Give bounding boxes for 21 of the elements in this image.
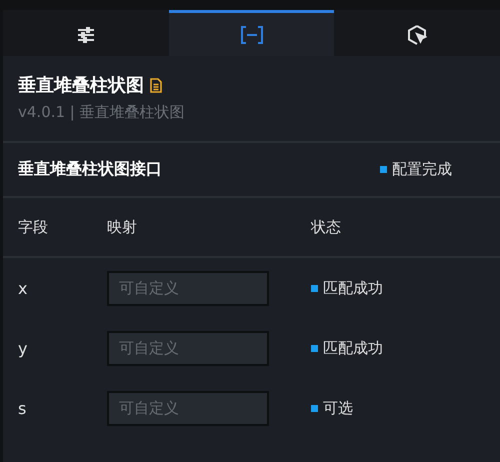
status-text: 配置完成 [392,160,452,179]
sliders-icon [76,26,95,42]
cursor-hexagon-icon [407,24,428,44]
brackets-icon [240,26,262,44]
field-name: x [18,278,28,298]
document-icon[interactable] [150,78,162,92]
field-name: y [18,338,28,358]
mapping-field[interactable]: 可自定义 [107,330,269,366]
column-header: 状态 [311,218,342,236]
component-title: 垂直堆叠柱状图 [18,74,144,97]
status-text: 匹配成功 [323,338,383,358]
status-text: 可选 [323,398,353,418]
interface-title: 垂直堆叠柱状图接口 [18,159,162,180]
version-text: v4.0.1 | 垂直堆叠柱状图 [18,103,186,122]
tab[interactable] [168,10,334,56]
column-header: 映射 [107,218,138,236]
mapping-field[interactable]: 可自定义 [107,270,269,306]
status-text: 匹配成功 [323,278,383,298]
column-header: 字段 [18,218,49,236]
mapping-field[interactable]: 可自定义 [107,390,269,426]
field-name: s [18,398,28,418]
